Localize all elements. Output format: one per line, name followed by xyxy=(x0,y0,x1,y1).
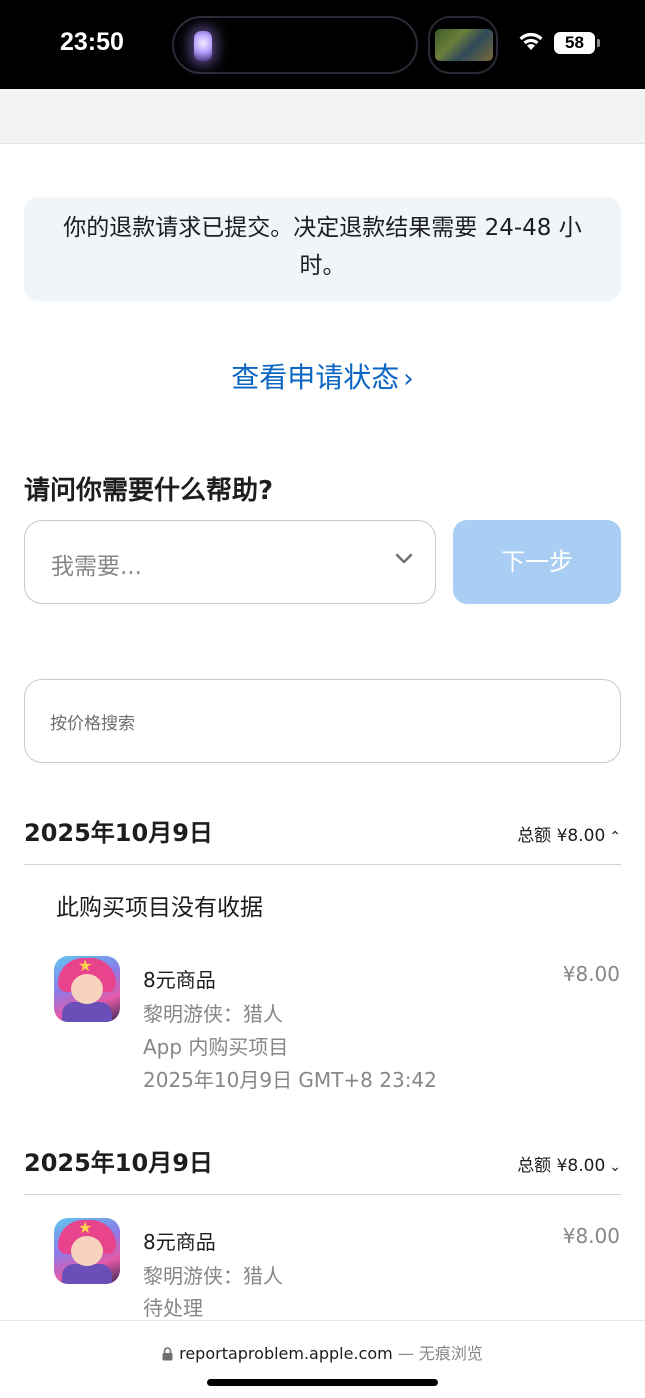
purchase-date: 2025年10月9日 xyxy=(24,1149,213,1177)
purchase-date: 2025年10月9日 xyxy=(24,819,213,847)
item-price: ¥8.00 xyxy=(562,962,620,986)
price-search-input[interactable]: 按价格搜索 xyxy=(24,679,621,763)
item-title[interactable]: 8元商品 xyxy=(143,1226,216,1255)
view-request-status-label[interactable]: 查看申请状态 xyxy=(231,361,399,394)
purchase-total[interactable]: 总额 ¥8.00 ⌄ xyxy=(517,1151,621,1176)
purchase-group-header[interactable]: 2025年10月9日 总额 ¥8.00 ⌃ xyxy=(24,799,621,865)
item-purchase-time: 2025年10月9日 GMT+8 23:42 xyxy=(143,1068,437,1092)
battery-indicator: 58 xyxy=(554,32,600,54)
chevron-up-icon: ⌃ xyxy=(609,829,621,845)
refund-submitted-notice: 你的退款请求已提交。决定退款结果需要 24-48 小时。 xyxy=(24,197,621,301)
chevron-down-icon: ⌄ xyxy=(609,1159,621,1175)
help-topic-select[interactable]: 我需要... xyxy=(24,520,436,604)
star-icon: ★ xyxy=(78,956,93,975)
item-title[interactable]: 8元商品 xyxy=(143,964,216,993)
purchase-group-header[interactable]: 2025年10月9日 总额 ¥8.00 ⌄ xyxy=(24,1129,621,1195)
wifi-icon xyxy=(519,32,543,50)
browser-address-bar[interactable]: reportaproblem.apple.com — 无痕浏览 xyxy=(0,1320,645,1398)
purchase-total-amount: 总额 ¥8.00 xyxy=(517,826,606,846)
app-icon: ★ xyxy=(54,1218,120,1284)
app-icon: ★ xyxy=(54,956,120,1022)
help-heading: 请问你需要什么帮助? xyxy=(24,476,274,506)
view-request-status-link[interactable]: 查看申请状态 › xyxy=(0,356,645,396)
item-type: App 内购买项目 xyxy=(143,1035,289,1059)
chevron-right-icon: › xyxy=(403,364,414,394)
purchase-total[interactable]: 总额 ¥8.00 ⌃ xyxy=(517,821,621,846)
video-thumbnail xyxy=(435,29,493,61)
item-app-name: 黎明游侠：猎人 xyxy=(143,1264,283,1288)
star-icon: ★ xyxy=(78,1218,93,1237)
dynamic-island xyxy=(172,16,418,74)
lock-icon xyxy=(162,1347,173,1361)
next-button[interactable]: 下一步 xyxy=(453,520,621,604)
clock: 23:50 xyxy=(60,28,124,56)
home-indicator[interactable] xyxy=(207,1379,438,1386)
url-text: reportaproblem.apple.com xyxy=(179,1344,393,1363)
flashlight-icon xyxy=(194,31,212,61)
chevron-down-icon xyxy=(395,553,413,564)
address-line[interactable]: reportaproblem.apple.com — 无痕浏览 xyxy=(0,1340,645,1364)
no-receipt-message: 此购买项目没有收据 xyxy=(56,895,263,921)
item-price: ¥8.00 xyxy=(562,1224,620,1248)
browser-top-bar xyxy=(0,89,645,144)
picture-in-picture[interactable] xyxy=(428,16,498,74)
private-browsing-label: — 无痕浏览 xyxy=(397,1344,483,1363)
price-search-placeholder: 按价格搜索 xyxy=(50,714,135,734)
status-bar: 23:50 58 xyxy=(0,0,645,89)
item-status: 待处理 xyxy=(143,1296,203,1320)
help-topic-placeholder: 我需要... xyxy=(51,554,142,580)
item-app-name: 黎明游侠：猎人 xyxy=(143,1002,283,1026)
purchase-total-amount: 总额 ¥8.00 xyxy=(517,1156,606,1176)
